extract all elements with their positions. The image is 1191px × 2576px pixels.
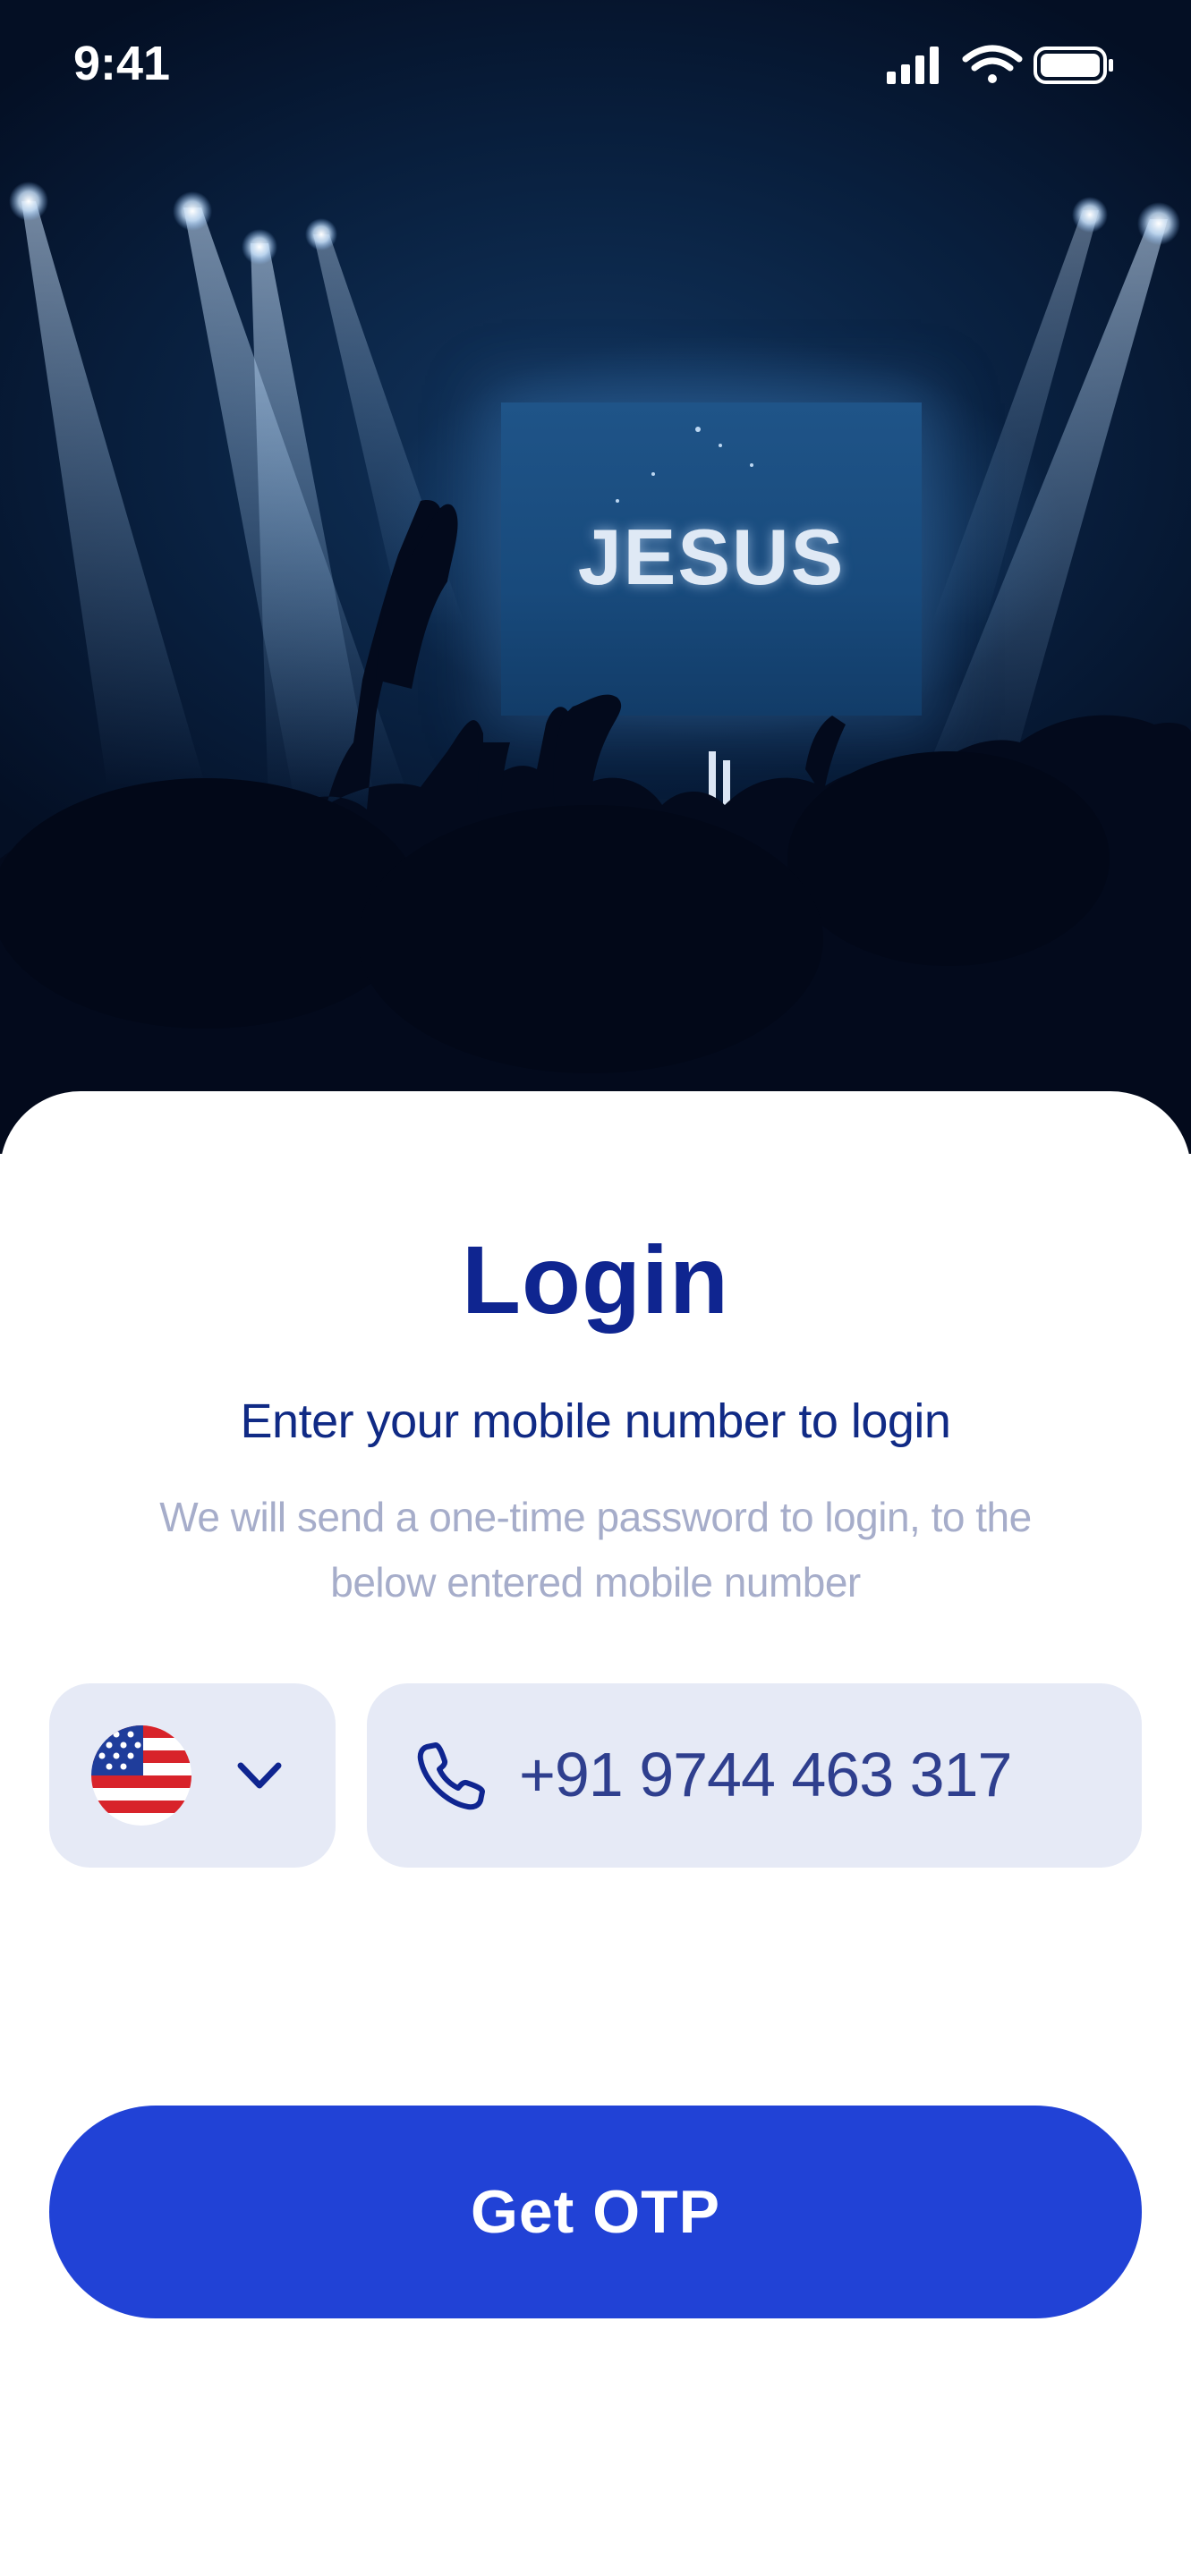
otp-description: We will send a one-time password to logi…	[159, 1494, 1032, 1606]
signal-icon	[887, 47, 939, 84]
hero-image: JESUS	[0, 0, 1191, 1154]
status-time: 9:41	[73, 37, 171, 90]
battery-icon	[1034, 47, 1113, 84]
phone-icon	[417, 1742, 485, 1810]
phone-number-input[interactable]	[519, 1730, 1110, 1819]
status-icons	[887, 43, 1119, 92]
country-code-selector[interactable]	[49, 1683, 336, 1868]
wifi-icon	[962, 45, 1023, 83]
get-otp-button[interactable]: Get OTP	[49, 2106, 1142, 2318]
page-subtitle: Enter your mobile number to login	[240, 1394, 951, 1448]
phone-number-field[interactable]	[367, 1683, 1142, 1868]
chevron-down-icon[interactable]	[235, 1755, 284, 1796]
page-title: Login	[462, 1225, 729, 1334]
us-flag-icon	[91, 1725, 191, 1826]
concert-scene	[0, 182, 1191, 1154]
status-bar: 9:41	[0, 0, 1191, 125]
